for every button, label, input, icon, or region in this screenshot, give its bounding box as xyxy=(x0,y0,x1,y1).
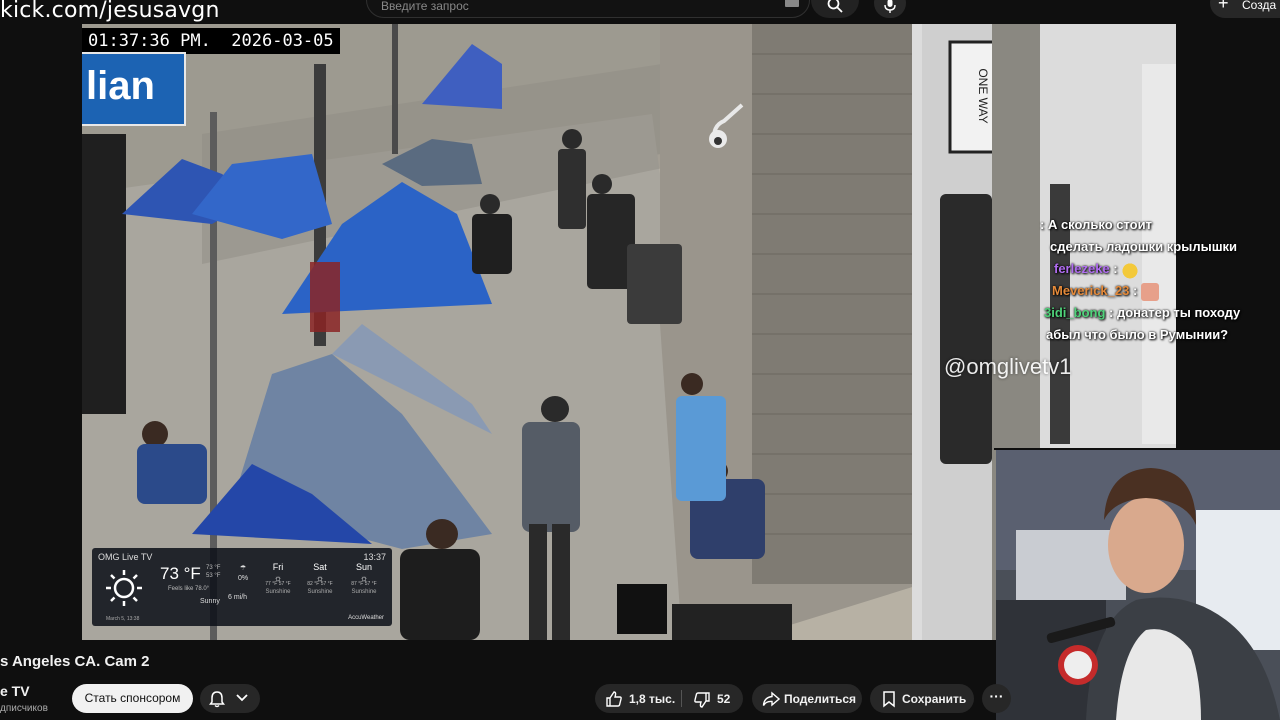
share-button[interactable]: Поделиться xyxy=(752,684,862,713)
precipitation: ☂ 0% xyxy=(232,564,254,584)
forecast-temps: 87 °F 57 °F xyxy=(344,581,384,587)
save-label: Сохранить xyxy=(902,692,967,706)
chat-message: : А сколько стоит xyxy=(1040,214,1280,236)
channel-name[interactable]: e TV xyxy=(0,683,30,699)
chat-message: сделать ладошки крылышки xyxy=(1050,236,1280,258)
forecast-day: Sat ☼ 82 °F 57 °F Sunshine xyxy=(300,562,340,595)
rain-icon: ☂ xyxy=(239,565,247,572)
chat-text: сделать ладошки крылышки xyxy=(1050,239,1238,254)
keyboard-icon[interactable] xyxy=(785,0,799,7)
forecast-lo: 57 °F xyxy=(320,581,333,587)
video-title: s Angeles CA. Cam 2 xyxy=(0,653,150,670)
create-button[interactable]: + Созда xyxy=(1210,0,1280,18)
like-count[interactable]: 1,8 тыс. xyxy=(629,692,675,706)
forecast-hi: 77 °F xyxy=(265,581,278,587)
street-sign-text: lian xyxy=(86,64,155,108)
face-emote-icon xyxy=(1140,282,1159,301)
forecast-hi: 87 °F xyxy=(351,581,364,587)
chat-message: 3idi_bong : донатер ты походу xyxy=(1044,302,1280,324)
streamer-webcam xyxy=(996,450,1280,720)
forecast-day-name: Sat xyxy=(313,562,327,572)
timestamp-overlay: 01:37:36 PM. 2026-03-05 xyxy=(82,28,340,54)
forecast-lo: 57 °F xyxy=(278,581,291,587)
weather-provider: AccuWeather xyxy=(348,615,384,621)
plus-icon: + xyxy=(1218,0,1229,13)
search-button[interactable] xyxy=(811,0,859,18)
search-box[interactable]: Введите запрос xyxy=(366,0,810,18)
forecast-day: Sun ☼ 87 °F 57 °F Sunshine xyxy=(344,562,384,595)
youtube-watch-page: Введите запрос + Созда ONE WAY 01:37:36 … xyxy=(0,0,1280,720)
dislike-count[interactable]: 52 xyxy=(717,692,730,706)
smug-emote-icon xyxy=(1121,260,1140,279)
weather-brand: OMG Live TV xyxy=(98,552,153,562)
lo-temp: 53 °F xyxy=(206,573,221,579)
notifications-button[interactable] xyxy=(200,684,260,713)
forecast-cond: Sunshine xyxy=(265,589,291,595)
chat-text: абыл что было в Румынии? xyxy=(1046,327,1229,342)
chat-message: ferlezeke : xyxy=(1054,258,1280,280)
precip-value: 0% xyxy=(237,575,249,582)
current-temperature: 73 °F xyxy=(160,564,201,583)
thumbs-down-icon[interactable] xyxy=(693,691,711,709)
like-dislike-group: 1,8 тыс. 52 xyxy=(595,684,743,713)
bell-icon xyxy=(209,691,225,708)
stream-url-overlay: kick.com/jesusavgn xyxy=(0,0,220,23)
share-label: Поделиться xyxy=(784,692,857,706)
forecast-day-name: Sun xyxy=(355,562,372,572)
feels-like: Feels like 78.0° xyxy=(168,586,210,592)
forecast-day-name: Fri xyxy=(272,562,284,572)
weather-date: March 5, 13:38 xyxy=(106,616,140,622)
webcam-scene xyxy=(996,450,1280,720)
condition: Sunny xyxy=(200,598,220,605)
forecast-temps: 77 °F 57 °F xyxy=(258,581,298,587)
chat-message: абыл что было в Румынии? xyxy=(1046,324,1280,346)
chat-user: Meverick_23 xyxy=(1052,283,1130,298)
sun-icon xyxy=(106,570,142,606)
security-camera-icon xyxy=(709,103,744,148)
chat-text: : xyxy=(1129,283,1141,298)
street-sign: lian xyxy=(82,52,186,126)
sponsor-button[interactable]: Стать спонсором xyxy=(72,684,193,713)
hi-temp: 73 °F xyxy=(206,565,221,571)
forecast-cond: Sunshine xyxy=(307,589,333,595)
bookmark-icon xyxy=(883,691,895,708)
chat-user: 3idi_bong xyxy=(1044,305,1106,320)
mic-icon xyxy=(884,0,896,13)
forecast-temps: 82 °F 57 °F xyxy=(300,581,340,587)
save-button[interactable]: Сохранить xyxy=(870,684,974,713)
share-icon xyxy=(762,691,780,707)
forecast-hi: 82 °F xyxy=(307,581,320,587)
chat-user: ferlezeke xyxy=(1054,261,1110,276)
more-actions-button[interactable]: ··· xyxy=(982,684,1011,713)
chat-overlay: : А сколько стоит сделать ладошки крылыш… xyxy=(1040,214,1280,346)
chevron-down-icon xyxy=(236,694,248,702)
weather-widget: OMG Live TV 13:37 73 °F 73 °F 53 °F Feels… xyxy=(92,548,392,626)
search-icon xyxy=(827,0,843,13)
voice-search-button[interactable] xyxy=(874,0,906,18)
like-divider xyxy=(681,690,682,707)
forecast-lo: 57 °F xyxy=(364,581,377,587)
channel-watermark: @omglivetv1 xyxy=(944,354,1072,379)
forecast-day: Fri ☼ 77 °F 57 °F Sunshine xyxy=(258,562,298,595)
chat-message: Meverick_23 : xyxy=(1052,280,1280,302)
chat-text: : xyxy=(1109,261,1122,276)
create-label: Созда xyxy=(1242,0,1277,12)
search-input[interactable]: Введите запрос xyxy=(381,0,469,13)
chat-text: : донатер ты походу xyxy=(1105,305,1241,320)
wind: 6 mi/h xyxy=(228,594,248,601)
chat-text: : А сколько стоит xyxy=(1040,217,1152,232)
svg-text:ONE WAY: ONE WAY xyxy=(976,68,990,123)
weather-time: 13:37 xyxy=(363,552,386,562)
subscriber-count: дписчиков xyxy=(0,703,48,714)
hi-lo: 73 °F 53 °F xyxy=(206,564,220,580)
forecast-cond: Sunshine xyxy=(351,589,377,595)
thumbs-up-icon[interactable] xyxy=(605,690,623,708)
